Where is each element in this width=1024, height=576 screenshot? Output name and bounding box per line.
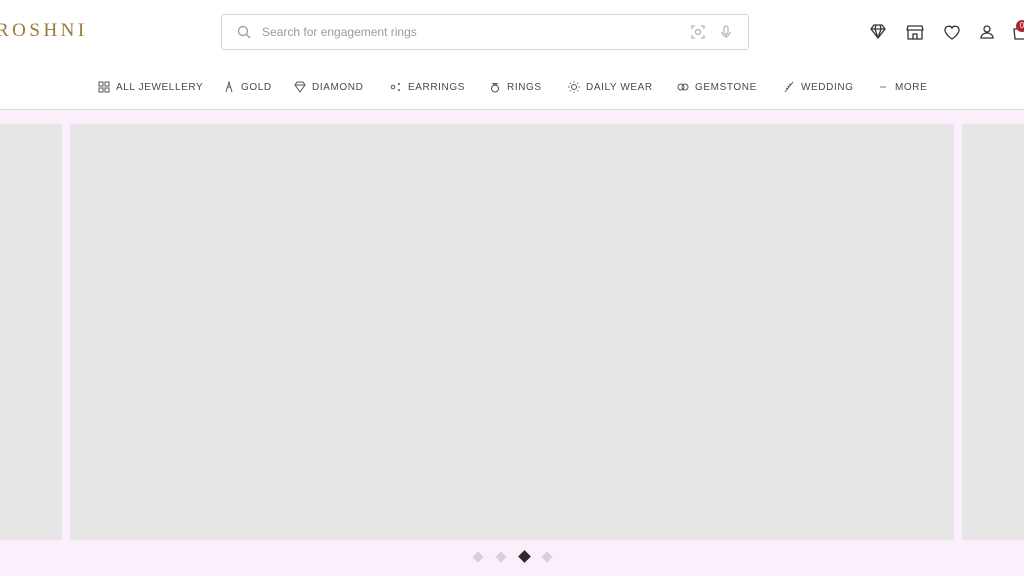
site-header: ROSHNI 0 [0, 0, 1024, 110]
carousel-slide-active[interactable] [70, 124, 954, 540]
carousel-dot[interactable] [541, 551, 553, 563]
nav-item-label: GEMSTONE [695, 81, 757, 93]
nav-item-label: EARRINGS [408, 81, 466, 93]
nav-item-more[interactable]: MORE [877, 76, 927, 98]
main-navigation: ALL JEWELLERY GOLD DIAMOND EARRINGS RING… [0, 76, 1024, 98]
carousel-dot[interactable] [472, 551, 484, 563]
nav-item-label: RINGS [507, 81, 542, 93]
nav-item-rings[interactable]: RINGS [489, 76, 542, 98]
nav-item-label: MORE [895, 81, 928, 93]
nav-item-wedding[interactable]: WEDDING [783, 76, 854, 98]
account-icon[interactable] [977, 22, 997, 42]
gemstone-icon [677, 83, 689, 91]
nav-item-earrings[interactable]: EARRINGS [390, 76, 465, 98]
diamond-icon[interactable] [868, 22, 888, 42]
hero-carousel[interactable] [0, 111, 1024, 541]
gold-icon [225, 81, 233, 93]
diamond-icon [294, 81, 306, 93]
nav-item-daily-wear[interactable]: DAILY WEAR [568, 76, 653, 98]
more-icon [880, 86, 886, 88]
nav-item-label: ALL JEWELLERY [116, 81, 204, 93]
wishlist-heart-icon[interactable] [942, 22, 962, 42]
carousel-dot[interactable] [518, 550, 531, 563]
carousel-slide-previous[interactable] [0, 124, 62, 540]
grid-icon [98, 81, 110, 93]
store-icon[interactable] [905, 22, 925, 42]
carousel-slide-next[interactable] [962, 124, 1024, 540]
carousel-pagination [0, 550, 1024, 565]
nav-item-diamond[interactable]: DIAMOND [294, 76, 363, 98]
nav-item-label: DIAMOND [312, 81, 364, 93]
cart-count-badge: 0 [1016, 20, 1024, 32]
carousel-dot[interactable] [495, 551, 507, 563]
nav-item-label: GOLD [241, 81, 272, 93]
sun-icon [568, 81, 580, 93]
wedding-icon [784, 81, 794, 93]
header-actions [0, 22, 1024, 44]
nav-item-label: DAILY WEAR [586, 81, 653, 93]
ring-icon [491, 83, 499, 93]
earrings-icon [390, 83, 400, 91]
nav-item-label: WEDDING [801, 81, 854, 93]
nav-item-gemstone[interactable]: GEMSTONE [677, 76, 757, 98]
nav-item-gold[interactable]: GOLD [223, 76, 272, 98]
nav-item-all-jewellery[interactable]: ALL JEWELLERY [98, 76, 203, 98]
